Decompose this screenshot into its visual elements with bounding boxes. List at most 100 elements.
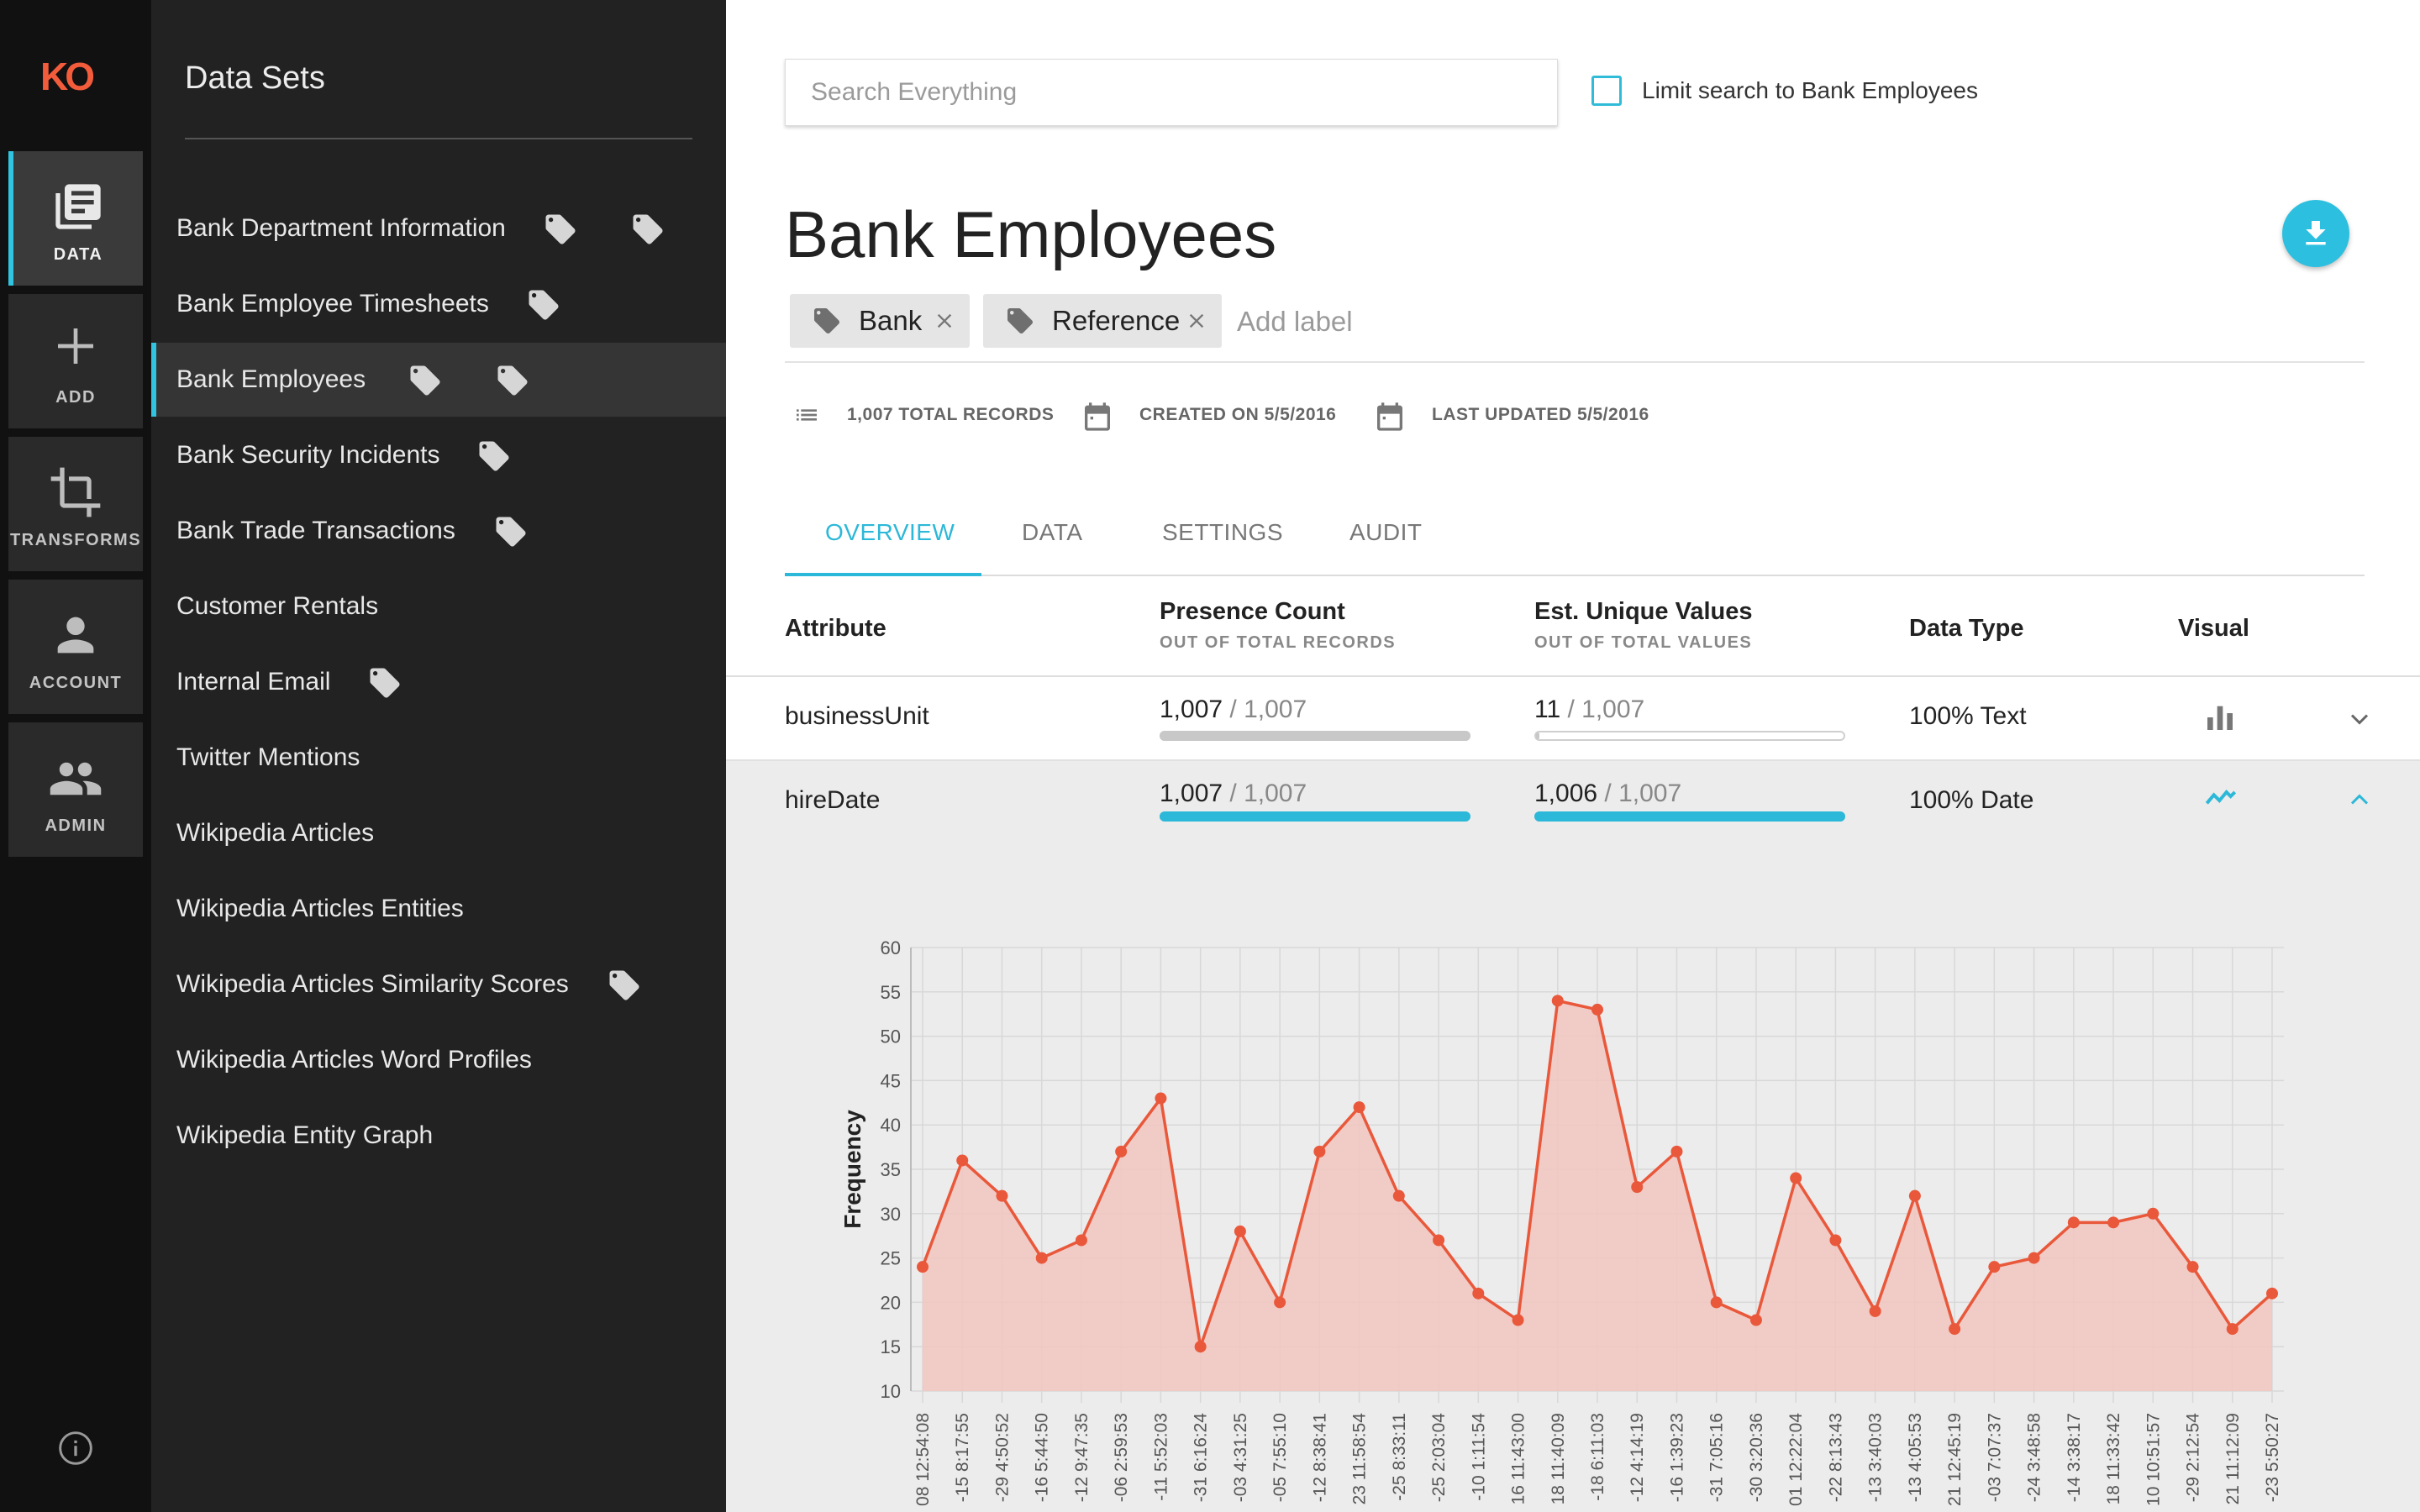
data-point xyxy=(2226,1323,2238,1336)
rail-item-data[interactable]: DATA xyxy=(8,151,143,286)
dataset-item[interactable]: Bank Trade Transactions xyxy=(151,494,726,568)
unique-count: 1,006 / 1,007 xyxy=(1534,780,1681,808)
data-point xyxy=(1869,1305,1881,1317)
people-icon xyxy=(50,762,102,795)
rail-item-add[interactable]: ADD xyxy=(8,294,143,428)
tag-icon xyxy=(497,365,528,396)
close-icon[interactable] xyxy=(933,309,956,333)
x-tick-label: -10 1:11:54 xyxy=(1469,1413,1488,1501)
meta-divider xyxy=(785,361,2365,363)
dataset-item[interactable]: Bank Department Information xyxy=(151,192,726,265)
line-chart-icon[interactable] xyxy=(2202,780,2240,813)
data-point xyxy=(1075,1234,1087,1247)
col-subheader-presence: OUT OF TOTAL RECORDS xyxy=(1160,633,1397,652)
presence-value: 1,007 xyxy=(1160,696,1223,723)
data-point xyxy=(1908,1189,1921,1202)
page-title: Bank Employees xyxy=(785,197,1277,271)
x-tick-label: 23 11:58:54 xyxy=(1350,1413,1370,1505)
person-icon xyxy=(57,617,94,654)
tab-active-indicator xyxy=(785,573,981,576)
x-tick-label: 21 12:45:19 xyxy=(1945,1413,1965,1506)
dataset-item[interactable]: Wikipedia Entity Graph xyxy=(151,1099,726,1173)
dataset-item[interactable]: Wikipedia Articles Similarity Scores xyxy=(151,948,726,1021)
created-date: CREATED ON 5/5/2016 xyxy=(1139,405,1337,424)
dataset-item-label: Internal Email xyxy=(176,668,331,696)
rail-item-account[interactable]: ACCOUNT xyxy=(8,580,143,714)
x-tick-label: 16 11:43:00 xyxy=(1509,1413,1528,1504)
unique-bar-fill xyxy=(1536,732,1540,739)
data-point xyxy=(996,1189,1008,1202)
tab-audit[interactable]: AUDIT xyxy=(1349,519,1423,546)
col-subheader-unique: OUT OF TOTAL VALUES xyxy=(1534,633,1753,652)
dataset-item[interactable]: Bank Employees xyxy=(151,343,726,417)
dataset-item[interactable]: Wikipedia Articles Entities xyxy=(151,872,726,946)
data-point xyxy=(2266,1287,2278,1299)
data-point xyxy=(1790,1172,1802,1184)
dataset-item-label: Wikipedia Articles Similarity Scores xyxy=(176,970,569,998)
data-point xyxy=(956,1154,969,1167)
tab-overview[interactable]: OVERVIEW xyxy=(825,519,955,546)
rail-item-transforms[interactable]: TRANSFORMS xyxy=(8,437,143,571)
data-point xyxy=(1749,1314,1762,1326)
data-point xyxy=(1035,1252,1048,1264)
y-tick-label: 10 xyxy=(881,1381,901,1402)
presence-bar-fill xyxy=(1160,731,1470,741)
tag-icon xyxy=(496,517,526,547)
x-tick-label: -12 9:47:35 xyxy=(1072,1413,1092,1502)
search-input[interactable] xyxy=(785,59,1558,126)
col-header-unique: Est. Unique Values xyxy=(1534,598,1753,625)
x-tick-label: -16 1:39:23 xyxy=(1667,1413,1686,1502)
chevron-down-icon[interactable] xyxy=(2344,704,2375,734)
unique-bar xyxy=(1534,731,1845,741)
list-icon xyxy=(797,409,817,421)
x-tick-label: 01 12:22:04 xyxy=(1786,1413,1806,1506)
x-tick-label: -29 4:50:52 xyxy=(992,1413,1012,1502)
x-tick-label: -06 2:59:53 xyxy=(1112,1413,1131,1502)
dataset-item-label: Bank Employee Timesheets xyxy=(176,290,489,318)
limit-search-checkbox[interactable] xyxy=(1591,76,1622,106)
info-icon[interactable] xyxy=(57,1430,94,1467)
data-point xyxy=(1234,1225,1246,1237)
presence-bar xyxy=(1160,731,1470,741)
dataset-item[interactable]: Wikipedia Articles xyxy=(151,796,726,870)
data-point xyxy=(1155,1092,1167,1105)
updated-date: LAST UPDATED 5/5/2016 xyxy=(1432,405,1649,424)
data-point xyxy=(2147,1207,2160,1220)
add-label-input[interactable]: Add label xyxy=(1237,306,1353,338)
unique-bar xyxy=(1534,811,1845,822)
presence-total: / 1,007 xyxy=(1223,780,1307,807)
table-row-businessunit[interactable]: businessUnit 1,007 / 1,007 11 / 1,007 10… xyxy=(726,677,2420,761)
tabs-divider xyxy=(785,575,2365,576)
rail-item-admin[interactable]: ADMIN xyxy=(8,722,143,857)
dataset-item[interactable]: Customer Rentals xyxy=(151,570,726,643)
x-tick-label: -11 5:52:03 xyxy=(1151,1413,1171,1501)
dataset-item-label: Wikipedia Entity Graph xyxy=(176,1121,434,1149)
dataset-item[interactable]: Bank Employee Timesheets xyxy=(151,267,726,341)
data-point xyxy=(1631,1181,1644,1194)
tag-icon xyxy=(529,290,559,320)
download-button[interactable] xyxy=(2282,200,2349,267)
dataset-item[interactable]: Bank Security Incidents xyxy=(151,418,726,492)
data-point xyxy=(1274,1296,1286,1309)
datasets-sidebar: Data Sets Bank Department Information Ban… xyxy=(151,0,726,1512)
unique-total: / 1,007 xyxy=(1597,780,1682,807)
x-tick-label: -30 3:20:36 xyxy=(1747,1413,1766,1502)
close-icon[interactable] xyxy=(1185,309,1208,333)
y-tick-label: 60 xyxy=(881,937,901,958)
dataset-item[interactable]: Internal Email xyxy=(151,645,726,719)
x-tick-label: -25 8:33:11 xyxy=(1390,1413,1409,1501)
tab-settings[interactable]: SETTINGS xyxy=(1162,519,1283,546)
y-tick-label: 25 xyxy=(881,1248,901,1269)
data-point xyxy=(1949,1323,1961,1336)
bar-chart-icon[interactable] xyxy=(2203,701,2237,734)
dataset-item-label: Wikipedia Articles Word Profiles xyxy=(176,1046,532,1074)
x-tick-label: -03 7:07:37 xyxy=(1985,1413,2004,1502)
dataset-item[interactable]: Wikipedia Articles Word Profiles xyxy=(151,1023,726,1097)
tab-data[interactable]: DATA xyxy=(1022,519,1083,546)
chevron-up-icon[interactable] xyxy=(2344,785,2375,815)
x-tick-label: -18 6:11:03 xyxy=(1588,1413,1607,1501)
dataset-item[interactable]: Twitter Mentions xyxy=(151,721,726,795)
x-tick-label: -12 4:14:19 xyxy=(1628,1413,1647,1502)
unique-value: 1,006 xyxy=(1534,780,1598,807)
data-point xyxy=(1551,995,1564,1007)
